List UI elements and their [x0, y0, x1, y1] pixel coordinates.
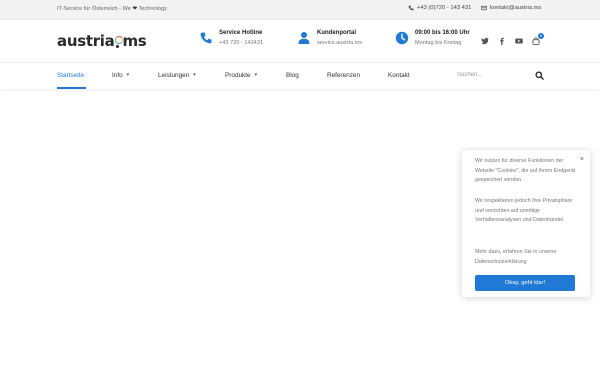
- facebook-icon[interactable]: [498, 37, 506, 45]
- top-bar: IT-Service für Österreich - We ❤ Technol…: [0, 0, 600, 20]
- nav-item-startseite[interactable]: Startseite: [57, 72, 84, 79]
- nav-label: Leistungen: [158, 72, 190, 79]
- chevron-down-icon: ▼: [125, 72, 131, 77]
- close-icon[interactable]: ×: [580, 156, 584, 163]
- twitter-icon[interactable]: [481, 37, 489, 45]
- cart-count-badge: 0: [538, 33, 544, 39]
- nav-item-blog[interactable]: Blog: [286, 72, 299, 79]
- nav-label: Produkte: [225, 72, 251, 79]
- cookie-consent-dialog: × Wir nutzen für diverse Funktionen der …: [462, 150, 590, 297]
- tagline: IT-Service für Österreich - We ❤ Technol…: [57, 6, 167, 12]
- customer-portal[interactable]: Kundenportal service.austria.ms: [297, 30, 362, 46]
- heart-icon: ❤: [132, 6, 138, 12]
- nav-label: Startseite: [57, 72, 84, 79]
- nav-item-produkte[interactable]: Produkte ▼: [225, 72, 258, 79]
- youtube-icon[interactable]: [515, 37, 523, 45]
- nav-label: Blog: [286, 72, 299, 79]
- opening-hours: 09:00 bis 16:00 Uhr Montag bis Freitag: [395, 30, 470, 46]
- nav-item-info[interactable]: Info ▼: [112, 72, 130, 79]
- portal-title: Kundenportal: [317, 30, 356, 36]
- phone-icon: [200, 32, 212, 44]
- portal-url: service.austria.ms: [317, 40, 363, 46]
- service-hotline[interactable]: Service Hotline +43 720 - 143431: [199, 30, 263, 46]
- search-icon[interactable]: [535, 71, 544, 80]
- social-links: 0: [481, 33, 544, 45]
- tagline-suffix: Technology: [138, 6, 167, 12]
- cart-button[interactable]: 0: [532, 33, 544, 45]
- active-nav-indicator: [57, 87, 86, 89]
- top-email-link[interactable]: kontakt@austria.ms: [481, 5, 541, 11]
- chevron-down-icon: ▼: [192, 72, 197, 77]
- logo-text-left: austria: [57, 32, 115, 50]
- clock-icon: [395, 31, 409, 45]
- site-header: austria ms Service Hotline +43 720 - 143…: [0, 20, 600, 62]
- site-logo[interactable]: austria ms: [57, 31, 147, 51]
- hotline-title: Service Hotline: [219, 30, 263, 36]
- nav-label: Info: [112, 72, 123, 79]
- phone-icon: [408, 5, 414, 11]
- cookie-text-2: Wir respektieren jedoch Ihre Privatsphär…: [475, 198, 573, 223]
- top-phone-link[interactable]: +43 (0)720 - 143 431: [408, 5, 471, 11]
- user-icon: [298, 32, 310, 44]
- logo-dot-icon: [114, 34, 123, 48]
- nav-item-leistungen[interactable]: Leistungen ▼: [158, 72, 197, 79]
- hours-title: 09:00 bis 16:00 Uhr: [415, 30, 470, 36]
- hours-days: Montag bis Freitag: [415, 40, 462, 46]
- top-email-address: kontakt@austria.ms: [490, 5, 542, 11]
- main-navigation: Startseite Info ▼ Leistungen ▼ Produkte ▼ B…: [0, 62, 600, 89]
- nav-label: Kontakt: [388, 72, 410, 79]
- nav-item-referenzen[interactable]: Referenzen: [327, 72, 360, 79]
- cookie-privacy-link[interactable]: Mehr dazu, erfahren Sie in unserer Daten…: [475, 248, 580, 267]
- envelope-icon: [481, 5, 487, 11]
- logo-text-right: ms: [122, 32, 147, 50]
- hotline-number: +43 720 - 143431: [219, 40, 264, 46]
- nav-item-kontakt[interactable]: Kontakt: [388, 72, 410, 79]
- cookie-text-1: Wir nutzen für diverse Funktionen der We…: [475, 158, 576, 183]
- search-input[interactable]: [457, 69, 527, 81]
- cookie-accept-button[interactable]: Okay, geht klar!: [475, 275, 575, 291]
- chevron-down-icon: ▼: [253, 72, 259, 77]
- nav-label: Referenzen: [327, 72, 361, 79]
- tagline-prefix: IT-Service für Österreich - We: [57, 6, 131, 12]
- top-phone-number: +43 (0)720 - 143 431: [417, 5, 472, 11]
